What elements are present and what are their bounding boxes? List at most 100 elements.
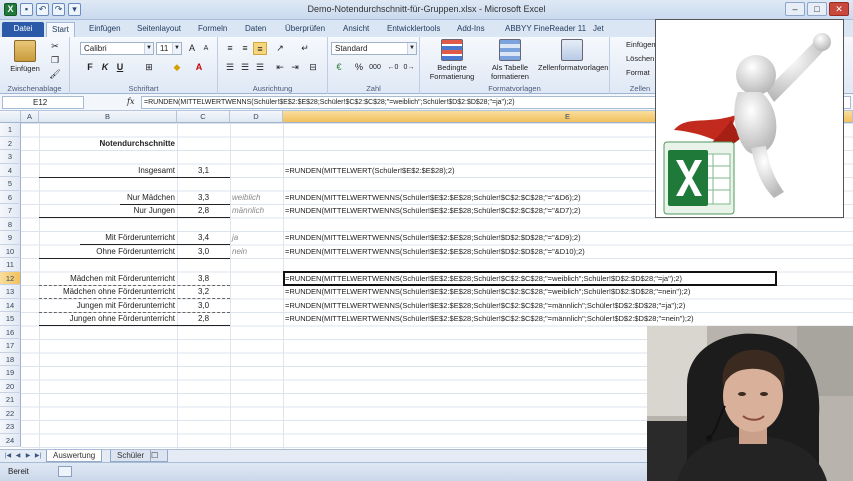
formula-text-cell[interactable]: =RUNDEN(MITTELWERTWENNS(Schüler!$E$2:$E$… [285,245,585,259]
active-cell-outline[interactable] [283,270,777,286]
value-cell[interactable]: 2,8 [177,204,230,218]
decrease-indent-icon[interactable]: ⇤ [273,61,287,74]
fill-color-icon[interactable]: ◆ [170,61,184,74]
label-cell[interactable]: Ohne Förderunterricht [39,245,175,259]
align-bottom-icon[interactable]: ≡ [253,42,267,55]
tab-start[interactable]: Start [46,22,75,37]
align-top-icon[interactable]: ≡ [223,42,237,55]
border-icon[interactable]: ⊞ [142,61,156,74]
next-sheet-icon[interactable]: ▶ [24,452,32,461]
row-header[interactable]: 12 [0,271,21,285]
format-as-table-button[interactable]: Als Tabelle formatieren [482,39,538,81]
criterion-cell[interactable]: nein [232,245,247,259]
row-header[interactable]: 17 [0,339,21,353]
label-cell[interactable]: Jungen mit Förderunterricht [39,299,175,313]
tab-einfuegen[interactable]: Einfügen [84,22,126,37]
row-header[interactable]: 21 [0,393,21,407]
thousands-button[interactable]: 000 [368,61,382,74]
value-cell[interactable]: 3,0 [177,299,230,313]
tab-abbyy[interactable]: ABBYY FineReader 11 [500,22,591,37]
increase-indent-icon[interactable]: ⇥ [288,61,302,74]
wrap-text-icon[interactable]: ↵ [298,42,312,55]
label-cell[interactable]: Mädchen mit Förderunterricht [39,272,175,286]
delete-cells-button[interactable]: Löschen [626,54,654,63]
criterion-cell[interactable]: männlich [232,204,264,218]
tab-ansicht[interactable]: Ansicht [338,22,374,37]
bold-button[interactable]: F [83,61,97,74]
row-header[interactable]: 10 [0,244,21,258]
row-header[interactable]: 14 [0,298,21,312]
label-cell[interactable]: Jungen ohne Förderunterricht [39,312,175,326]
minimize-button[interactable]: – [785,2,805,16]
align-center-icon[interactable]: ☰ [238,61,252,74]
row-header[interactable]: 23 [0,420,21,434]
align-middle-icon[interactable]: ≡ [238,42,252,55]
value-cell[interactable]: 3,2 [177,285,230,299]
row-header[interactable]: 15 [0,312,21,326]
formula-text-cell[interactable]: =RUNDEN(MITTELWERTWENNS(Schüler!$E$2:$E$… [285,299,685,313]
sheet-title-cell[interactable]: Notendurchschnitte [39,137,177,151]
row-header[interactable]: 18 [0,352,21,366]
label-cell[interactable]: Nur Mädchen [39,191,175,205]
row-header[interactable]: 16 [0,325,21,339]
insert-function-icon[interactable]: fx [127,97,134,106]
name-box[interactable]: E12 [2,96,84,109]
formula-text-cell[interactable]: =RUNDEN(MITTELWERTWENNS(Schüler!$E$2:$E$… [285,191,581,205]
row-header[interactable]: 6 [0,190,21,204]
font-size-select[interactable]: 11 ▼ [156,42,182,55]
column-header-b[interactable]: B [39,111,177,123]
macro-record-icon[interactable] [58,466,72,477]
font-name-select[interactable]: Calibri ▼ [80,42,154,55]
conditional-formatting-button[interactable]: Bedingte Formatierung [424,39,480,81]
row-header[interactable]: 1 [0,123,21,137]
tab-daten[interactable]: Daten [240,22,271,37]
number-format-select[interactable]: Standard ▼ [331,42,417,55]
formula-text-cell[interactable]: =RUNDEN(MITTELWERT(Schüler!$E$2:$E$28);2… [285,164,455,178]
tab-add-ins[interactable]: Add-Ins [452,22,490,37]
paste-button[interactable]: Einfügen [8,40,42,73]
column-header-a[interactable]: A [21,111,39,123]
row-header[interactable]: 13 [0,285,21,299]
column-header-d[interactable]: D [230,111,283,123]
column-header-c[interactable]: C [177,111,230,123]
last-sheet-icon[interactable]: ▶| [34,452,42,461]
select-all-corner[interactable] [0,111,21,123]
align-left-icon[interactable]: ☰ [223,61,237,74]
close-button[interactable]: ✕ [829,2,849,16]
prev-sheet-icon[interactable]: ◀ [14,452,22,461]
value-cell[interactable]: 3,4 [177,231,230,245]
format-painter-icon[interactable]: 🖌 [48,68,62,81]
decrease-decimal-icon[interactable]: 0→ [402,61,416,74]
label-cell[interactable]: Nur Jungen [39,204,175,218]
value-cell[interactable]: 2,8 [177,312,230,326]
merge-center-icon[interactable]: ⊟ [306,61,320,74]
row-header[interactable]: 5 [0,177,21,191]
sheet-tab-schueler[interactable]: Schüler [110,450,152,462]
grow-font-icon[interactable]: A [185,42,199,55]
tab-datei[interactable]: Datei [2,22,44,37]
formula-text-cell[interactable]: =RUNDEN(MITTELWERTWENNS(Schüler!$E$2:$E$… [285,204,581,218]
increase-decimal-icon[interactable]: ←0 [386,61,400,74]
tab-seitenlayout[interactable]: Seitenlayout [132,22,186,37]
tab-entwicklertools[interactable]: Entwicklertools [382,22,445,37]
orientation-icon[interactable]: ↗ [273,42,287,55]
row-header[interactable]: 9 [0,231,21,245]
tab-jet[interactable]: Jet [588,22,609,37]
maximize-button[interactable]: □ [807,2,827,16]
formula-text-cell[interactable]: =RUNDEN(MITTELWERTWENNS(Schüler!$E$2:$E$… [285,285,690,299]
row-header[interactable]: 19 [0,366,21,380]
row-header[interactable]: 20 [0,379,21,393]
row-header[interactable]: 8 [0,217,21,231]
row-header[interactable]: 11 [0,258,21,272]
value-cell[interactable]: 3,8 [177,272,230,286]
criterion-cell[interactable]: ja [232,231,238,245]
label-cell[interactable]: Mädchen ohne Förderunterricht [39,285,175,299]
cell-styles-button[interactable]: Zellenformatvorlagen [538,39,608,72]
font-color-icon[interactable]: A [192,61,206,74]
tab-ueberpruefen[interactable]: Überprüfen [280,22,330,37]
row-header[interactable]: 4 [0,163,21,177]
value-cell[interactable]: 3,1 [177,164,230,178]
label-cell[interactable]: Insgesamt [39,164,175,178]
underline-button[interactable]: U [113,61,127,74]
copy-icon[interactable]: ❐ [48,54,62,67]
